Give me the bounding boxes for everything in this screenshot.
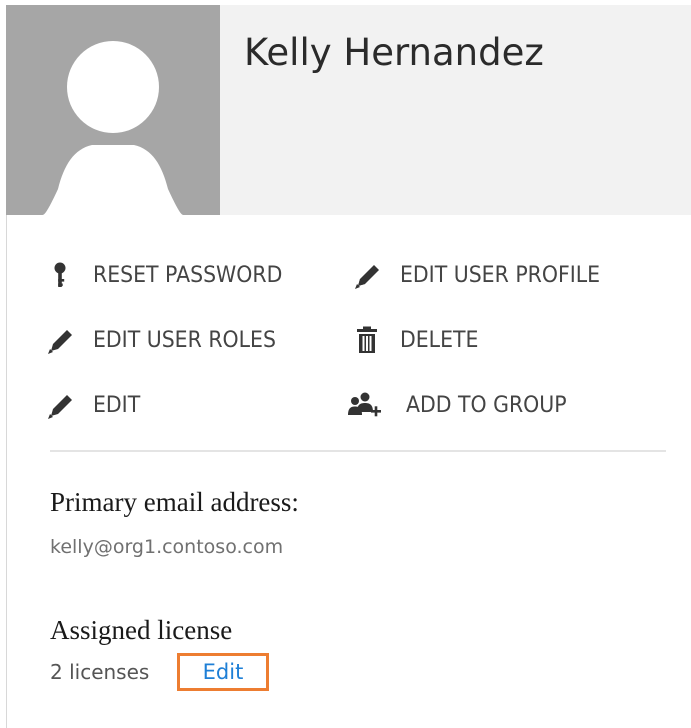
edit-user-profile-action[interactable]: EDIT USER PROFILE: [352, 260, 615, 290]
reset-password-label: RESET PASSWORD: [93, 262, 283, 288]
section-divider: [50, 450, 666, 452]
edit-license-highlight: Edit: [177, 653, 269, 691]
primary-email-value: kelly@org1.contoso.com: [50, 536, 284, 558]
person-silhouette-icon: [42, 41, 184, 215]
edit-action[interactable]: EDIT: [45, 390, 144, 420]
trash-icon: [352, 325, 382, 355]
assigned-license-heading: Assigned license: [50, 615, 233, 645]
edit-user-profile-label: EDIT USER PROFILE: [400, 262, 601, 288]
add-group-icon: [346, 390, 382, 420]
pencil-icon: [45, 390, 75, 420]
reset-password-action[interactable]: RESET PASSWORD: [45, 260, 297, 290]
add-to-group-action[interactable]: ADD TO GROUP: [346, 390, 579, 420]
license-count: 2 licenses: [50, 660, 150, 684]
key-icon: [45, 260, 75, 290]
user-header: Kelly Hernandez: [6, 5, 691, 215]
edit-license-link[interactable]: Edit: [203, 660, 244, 684]
card-border: [6, 215, 7, 728]
pencil-icon: [45, 325, 75, 355]
user-display-name: Kelly Hernandez: [244, 31, 544, 74]
delete-action[interactable]: DELETE: [352, 325, 484, 355]
primary-email-heading: Primary email address:: [50, 487, 299, 517]
user-detail-card: Kelly Hernandez RESET PASSWORD EDIT USER…: [0, 0, 691, 728]
user-avatar: [6, 5, 220, 215]
edit-user-roles-label: EDIT USER ROLES: [93, 327, 276, 353]
add-to-group-label: ADD TO GROUP: [406, 392, 567, 418]
edit-user-roles-action[interactable]: EDIT USER ROLES: [45, 325, 290, 355]
edit-label: EDIT: [93, 392, 141, 418]
pencil-icon: [352, 260, 382, 290]
delete-label: DELETE: [400, 327, 479, 353]
